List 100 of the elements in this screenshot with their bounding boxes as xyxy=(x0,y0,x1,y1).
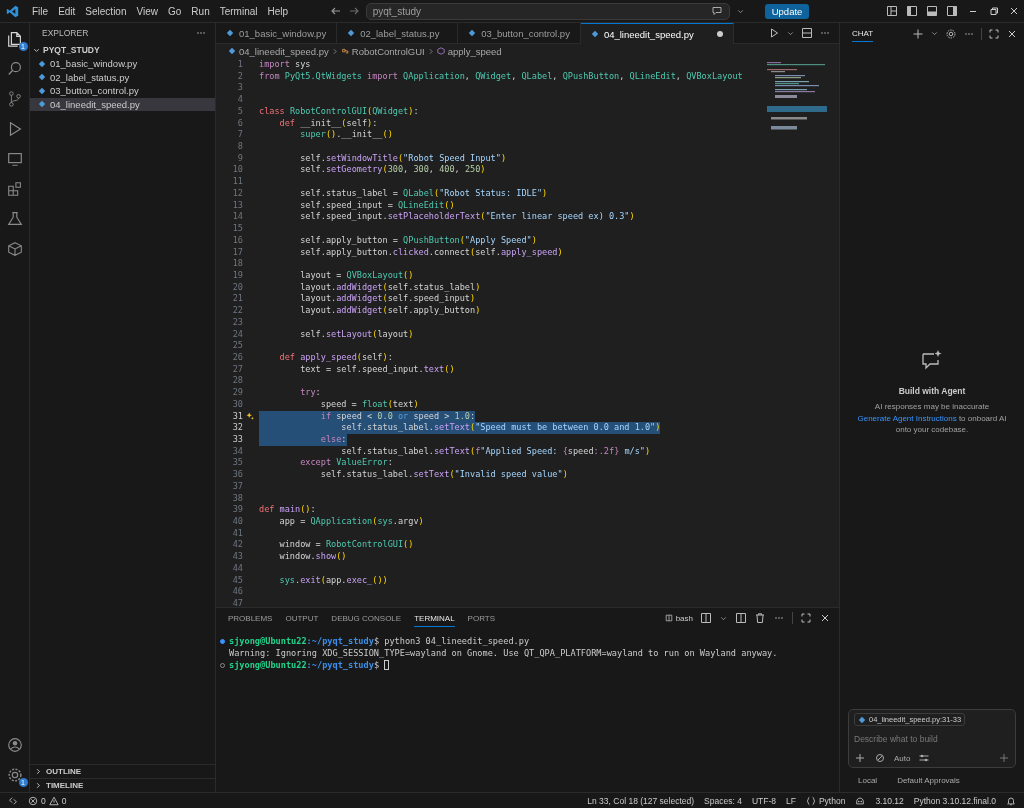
code-line: self.setGeometry(300, 300, 400, 250) xyxy=(299,164,486,177)
code-line: super().__init__() xyxy=(299,129,393,142)
chat-input-field[interactable]: Describe what to build xyxy=(854,730,1010,748)
menu-item[interactable]: View xyxy=(131,5,163,17)
cursor-position[interactable]: Ln 33, Col 18 (127 selected) xyxy=(587,795,695,806)
code-line: window.show() xyxy=(278,551,347,563)
search-field[interactable]: pyqt_study xyxy=(365,2,730,20)
code-line: self.setWindowTitle("Robot Speed Input") xyxy=(299,152,507,165)
line-number: 35 xyxy=(231,457,243,470)
line-number: 8 xyxy=(236,141,243,153)
python-version[interactable]: 3.10.12 xyxy=(875,795,904,806)
code-line: layout.addWidget(self.speed_input) xyxy=(299,293,476,306)
menu-item[interactable]: Selection xyxy=(80,5,132,17)
panel-tab[interactable]: DEBUG CONSOLE xyxy=(331,610,402,626)
panel-tab[interactable]: PROBLEMS xyxy=(228,610,273,626)
line-number: 7 xyxy=(236,129,243,142)
breadcrumb-item[interactable]: RobotControlGUI xyxy=(340,45,425,57)
line-number: 47 xyxy=(231,598,243,610)
code-line: self.status_label.setText(f"Applied Speed: {speed:.2f} m/s") xyxy=(340,445,651,458)
code-line: app = QApplication(sys.argv) xyxy=(278,516,424,528)
onboarding-text: Generate Agent Instructions to onboard AI onto your codebase. xyxy=(856,413,1008,435)
file-tree-item[interactable]: 03_button_control.py xyxy=(30,84,215,98)
panel-tab[interactable]: OUTPUT xyxy=(285,610,319,626)
terminal-output: Warning: Ignoring XDG_SESSION_TYPE=wayland on Gnome. Use QT_QPA_PLATFORM=wayland to run on Wayland anyway. xyxy=(229,648,778,658)
editor-tab[interactable]: 02_label_status.py xyxy=(337,23,459,44)
line-number: 2 xyxy=(236,70,243,83)
menu-item[interactable]: Terminal xyxy=(214,5,263,17)
code-line: layout.addWidget(self.apply_button) xyxy=(299,305,481,317)
file-tree-item[interactable]: 02_label_status.py xyxy=(30,70,215,84)
line-number: 34 xyxy=(231,445,243,458)
line-number: 26 xyxy=(231,351,243,364)
line-number: 29 xyxy=(231,387,243,399)
line-number: 42 xyxy=(231,539,243,552)
menu-item[interactable]: Run xyxy=(186,5,215,17)
code-line: from PyQt5.QtWidgets import QApplication, QWidget, QLabel, QPushButton, QLineEdit, QVBoxLayout xyxy=(259,70,743,83)
editor-tab[interactable]: 03_button_control.py xyxy=(458,23,581,44)
menu-item[interactable]: Go xyxy=(163,5,187,17)
code-line: import sys xyxy=(259,59,311,71)
problems-indicator[interactable]: 0 0 xyxy=(28,795,67,806)
line-number: 38 xyxy=(231,492,243,505)
line-number: 39 xyxy=(231,504,243,517)
line-number: 9 xyxy=(236,152,243,165)
code-line: speed = float(text) xyxy=(319,398,419,411)
terminal-shell-tab[interactable]: bash xyxy=(664,613,693,623)
breadcrumb-item[interactable]: 04_lineedit_speed.py xyxy=(228,45,329,57)
line-number: 33 xyxy=(231,434,243,446)
approvals-dropdown[interactable]: Default Approvals xyxy=(897,775,960,785)
language-mode[interactable]: Python xyxy=(805,795,846,806)
line-number: 11 xyxy=(231,176,243,188)
line-number: 22 xyxy=(231,305,243,317)
panel-tab[interactable]: PORTS xyxy=(467,610,496,626)
file-tree-item[interactable]: 04_lineedit_speed.py xyxy=(30,97,215,111)
file-tree-item[interactable]: 01_basic_window.py xyxy=(30,57,215,71)
indentation-status[interactable]: Spaces: 4 xyxy=(704,795,742,806)
menu-item[interactable]: Help xyxy=(262,5,294,17)
instructions-link[interactable]: Generate Agent Instructions xyxy=(857,414,957,423)
encoding-status[interactable]: UTF-8 xyxy=(751,795,776,806)
update-button[interactable]: Update xyxy=(764,3,810,19)
line-number: 5 xyxy=(236,105,243,118)
code-line: layout = QVBoxLayout() xyxy=(299,269,414,282)
line-number: 32 xyxy=(231,422,243,434)
line-number: 16 xyxy=(231,234,243,247)
sidebar-title: EXPLORER xyxy=(42,28,89,38)
code-line: def main(): xyxy=(259,504,316,517)
line-number: 43 xyxy=(231,551,243,563)
code-line: self.apply_button = QPushButton("Apply Speed") xyxy=(299,234,537,247)
disclaimer-text: AI responses may be inaccurate xyxy=(874,402,990,411)
line-number: 4 xyxy=(236,94,243,106)
folder-item[interactable]: PYQT_STUDY xyxy=(30,43,215,57)
section-header[interactable]: OUTLINE xyxy=(30,764,215,778)
panel-tab[interactable]: TERMINAL xyxy=(414,609,455,627)
chat-tab[interactable]: CHAT xyxy=(852,25,874,42)
line-number: 17 xyxy=(231,246,243,259)
line-number: 14 xyxy=(231,211,243,224)
session-target-dropdown[interactable]: Local xyxy=(858,775,878,785)
line-number: 25 xyxy=(231,340,243,352)
line-number: 46 xyxy=(231,586,243,599)
mode-dropdown[interactable]: Auto xyxy=(894,753,911,763)
interpreter-status[interactable]: Python 3.10.12.final.0 xyxy=(913,795,996,806)
line-number: 45 xyxy=(231,574,243,587)
line-number: 15 xyxy=(231,223,243,235)
menu-item[interactable]: Edit xyxy=(53,5,81,17)
line-number: 28 xyxy=(231,375,243,388)
editor-tab[interactable]: 04_lineedit_speed.py xyxy=(580,23,734,44)
breadcrumb-item[interactable]: apply_speed xyxy=(436,45,502,57)
code-line: sys.exit(app.exec_()) xyxy=(278,574,388,587)
code-line: text = self.speed_input.text() xyxy=(299,363,455,376)
line-number: 44 xyxy=(231,562,243,575)
code-line: def __init__(self): xyxy=(278,117,378,130)
line-ending-status[interactable]: LF xyxy=(786,795,796,806)
editor-tab[interactable]: 01_basic_window.py xyxy=(216,23,338,44)
menu-item[interactable]: File xyxy=(27,5,54,17)
line-number: 30 xyxy=(231,398,243,411)
line-number: 24 xyxy=(231,328,243,341)
line-number: 37 xyxy=(231,480,243,493)
line-number: 1 xyxy=(236,59,243,71)
line-number: 18 xyxy=(231,258,243,270)
line-number: 27 xyxy=(231,363,243,376)
code-line: try: xyxy=(299,387,321,399)
terminal-prompt: sjyong@Ubuntu22:~/pyqt_study$ xyxy=(229,660,380,670)
